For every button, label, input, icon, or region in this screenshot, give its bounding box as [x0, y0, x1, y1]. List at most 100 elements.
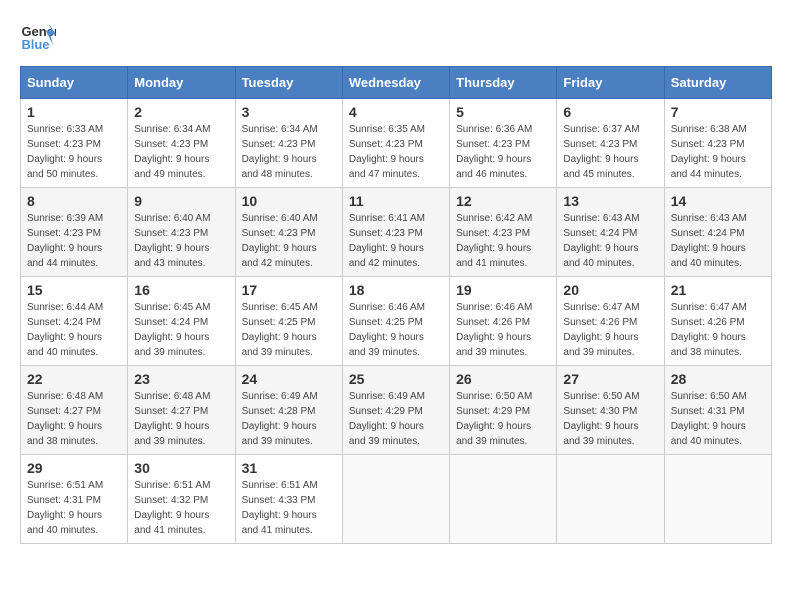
cell-details: Sunrise: 6:45 AMSunset: 4:24 PMDaylight:…	[134, 300, 228, 360]
cell-details: Sunrise: 6:51 AMSunset: 4:32 PMDaylight:…	[134, 478, 228, 538]
cell-details: Sunrise: 6:50 AMSunset: 4:30 PMDaylight:…	[563, 389, 657, 449]
calendar-cell: 8 Sunrise: 6:39 AMSunset: 4:23 PMDaylight…	[21, 188, 128, 277]
cell-details: Sunrise: 6:34 AMSunset: 4:23 PMDaylight:…	[134, 122, 228, 182]
cell-details: Sunrise: 6:48 AMSunset: 4:27 PMDaylight:…	[27, 389, 121, 449]
calendar-cell: 20 Sunrise: 6:47 AMSunset: 4:26 PMDayligh…	[557, 277, 664, 366]
day-number: 19	[456, 282, 550, 298]
cell-details: Sunrise: 6:51 AMSunset: 4:33 PMDaylight:…	[242, 478, 336, 538]
day-number: 17	[242, 282, 336, 298]
cell-details: Sunrise: 6:47 AMSunset: 4:26 PMDaylight:…	[563, 300, 657, 360]
day-number: 10	[242, 193, 336, 209]
cell-details: Sunrise: 6:41 AMSunset: 4:23 PMDaylight:…	[349, 211, 443, 271]
calendar-cell: 4 Sunrise: 6:35 AMSunset: 4:23 PMDaylight…	[342, 99, 449, 188]
day-number: 18	[349, 282, 443, 298]
weekday-header-thursday: Thursday	[450, 67, 557, 99]
cell-details: Sunrise: 6:47 AMSunset: 4:26 PMDaylight:…	[671, 300, 765, 360]
day-number: 25	[349, 371, 443, 387]
day-number: 31	[242, 460, 336, 476]
day-number: 5	[456, 104, 550, 120]
day-number: 20	[563, 282, 657, 298]
calendar-cell: 24 Sunrise: 6:49 AMSunset: 4:28 PMDayligh…	[235, 366, 342, 455]
cell-details: Sunrise: 6:37 AMSunset: 4:23 PMDaylight:…	[563, 122, 657, 182]
calendar-week-4: 22 Sunrise: 6:48 AMSunset: 4:27 PMDayligh…	[21, 366, 772, 455]
cell-details: Sunrise: 6:49 AMSunset: 4:29 PMDaylight:…	[349, 389, 443, 449]
day-number: 7	[671, 104, 765, 120]
cell-details: Sunrise: 6:39 AMSunset: 4:23 PMDaylight:…	[27, 211, 121, 271]
calendar-cell: 22 Sunrise: 6:48 AMSunset: 4:27 PMDayligh…	[21, 366, 128, 455]
cell-details: Sunrise: 6:40 AMSunset: 4:23 PMDaylight:…	[134, 211, 228, 271]
calendar-cell: 28 Sunrise: 6:50 AMSunset: 4:31 PMDayligh…	[664, 366, 771, 455]
cell-details: Sunrise: 6:49 AMSunset: 4:28 PMDaylight:…	[242, 389, 336, 449]
calendar-cell	[664, 455, 771, 544]
day-number: 21	[671, 282, 765, 298]
cell-details: Sunrise: 6:34 AMSunset: 4:23 PMDaylight:…	[242, 122, 336, 182]
calendar-cell: 16 Sunrise: 6:45 AMSunset: 4:24 PMDayligh…	[128, 277, 235, 366]
day-number: 3	[242, 104, 336, 120]
calendar-cell	[450, 455, 557, 544]
cell-details: Sunrise: 6:33 AMSunset: 4:23 PMDaylight:…	[27, 122, 121, 182]
day-number: 13	[563, 193, 657, 209]
weekday-header-friday: Friday	[557, 67, 664, 99]
cell-details: Sunrise: 6:38 AMSunset: 4:23 PMDaylight:…	[671, 122, 765, 182]
cell-details: Sunrise: 6:35 AMSunset: 4:23 PMDaylight:…	[349, 122, 443, 182]
weekday-header-saturday: Saturday	[664, 67, 771, 99]
cell-details: Sunrise: 6:46 AMSunset: 4:25 PMDaylight:…	[349, 300, 443, 360]
day-number: 15	[27, 282, 121, 298]
calendar-cell: 29 Sunrise: 6:51 AMSunset: 4:31 PMDayligh…	[21, 455, 128, 544]
cell-details: Sunrise: 6:51 AMSunset: 4:31 PMDaylight:…	[27, 478, 121, 538]
cell-details: Sunrise: 6:50 AMSunset: 4:29 PMDaylight:…	[456, 389, 550, 449]
cell-details: Sunrise: 6:48 AMSunset: 4:27 PMDaylight:…	[134, 389, 228, 449]
calendar-cell: 13Sunrise: 6:43 AMSunset: 4:24 PMDayligh…	[557, 188, 664, 277]
calendar-cell: 3 Sunrise: 6:34 AMSunset: 4:23 PMDaylight…	[235, 99, 342, 188]
calendar-cell: 30Sunrise: 6:51 AMSunset: 4:32 PMDayligh…	[128, 455, 235, 544]
day-number: 24	[242, 371, 336, 387]
day-number: 1	[27, 104, 121, 120]
day-number: 4	[349, 104, 443, 120]
calendar-week-1: 1 Sunrise: 6:33 AMSunset: 4:23 PMDaylight…	[21, 99, 772, 188]
calendar-week-2: 8 Sunrise: 6:39 AMSunset: 4:23 PMDaylight…	[21, 188, 772, 277]
calendar-cell: 25 Sunrise: 6:49 AMSunset: 4:29 PMDayligh…	[342, 366, 449, 455]
calendar-cell: 21 Sunrise: 6:47 AMSunset: 4:26 PMDayligh…	[664, 277, 771, 366]
day-number: 14	[671, 193, 765, 209]
cell-details: Sunrise: 6:46 AMSunset: 4:26 PMDaylight:…	[456, 300, 550, 360]
calendar-cell	[557, 455, 664, 544]
svg-text:Blue: Blue	[21, 37, 49, 52]
weekday-header-tuesday: Tuesday	[235, 67, 342, 99]
day-number: 12	[456, 193, 550, 209]
logo: General Blue	[20, 20, 56, 56]
cell-details: Sunrise: 6:45 AMSunset: 4:25 PMDaylight:…	[242, 300, 336, 360]
calendar-cell: 27Sunrise: 6:50 AMSunset: 4:30 PMDayligh…	[557, 366, 664, 455]
day-number: 26	[456, 371, 550, 387]
calendar-cell: 26 Sunrise: 6:50 AMSunset: 4:29 PMDayligh…	[450, 366, 557, 455]
calendar-week-5: 29 Sunrise: 6:51 AMSunset: 4:31 PMDayligh…	[21, 455, 772, 544]
weekday-header-sunday: Sunday	[21, 67, 128, 99]
calendar-table: SundayMondayTuesdayWednesdayThursdayFrid…	[20, 66, 772, 544]
day-number: 22	[27, 371, 121, 387]
calendar-cell: 12Sunrise: 6:42 AMSunset: 4:23 PMDayligh…	[450, 188, 557, 277]
cell-details: Sunrise: 6:43 AMSunset: 4:24 PMDaylight:…	[671, 211, 765, 271]
cell-details: Sunrise: 6:50 AMSunset: 4:31 PMDaylight:…	[671, 389, 765, 449]
calendar-cell	[342, 455, 449, 544]
day-number: 29	[27, 460, 121, 476]
logo-icon: General Blue	[20, 20, 56, 56]
cell-details: Sunrise: 6:36 AMSunset: 4:23 PMDaylight:…	[456, 122, 550, 182]
calendar-cell: 15Sunrise: 6:44 AMSunset: 4:24 PMDayligh…	[21, 277, 128, 366]
calendar-week-3: 15Sunrise: 6:44 AMSunset: 4:24 PMDayligh…	[21, 277, 772, 366]
calendar-cell: 23 Sunrise: 6:48 AMSunset: 4:27 PMDayligh…	[128, 366, 235, 455]
day-number: 28	[671, 371, 765, 387]
calendar-cell: 6Sunrise: 6:37 AMSunset: 4:23 PMDaylight…	[557, 99, 664, 188]
calendar-cell: 14 Sunrise: 6:43 AMSunset: 4:24 PMDayligh…	[664, 188, 771, 277]
calendar-cell: 9 Sunrise: 6:40 AMSunset: 4:23 PMDaylight…	[128, 188, 235, 277]
cell-details: Sunrise: 6:40 AMSunset: 4:23 PMDaylight:…	[242, 211, 336, 271]
calendar-cell: 19 Sunrise: 6:46 AMSunset: 4:26 PMDayligh…	[450, 277, 557, 366]
calendar-cell: 7 Sunrise: 6:38 AMSunset: 4:23 PMDaylight…	[664, 99, 771, 188]
calendar-cell: 2Sunrise: 6:34 AMSunset: 4:23 PMDaylight…	[128, 99, 235, 188]
calendar-cell: 5 Sunrise: 6:36 AMSunset: 4:23 PMDaylight…	[450, 99, 557, 188]
calendar-cell: 31 Sunrise: 6:51 AMSunset: 4:33 PMDayligh…	[235, 455, 342, 544]
day-number: 23	[134, 371, 228, 387]
day-number: 9	[134, 193, 228, 209]
day-number: 16	[134, 282, 228, 298]
day-number: 11	[349, 193, 443, 209]
calendar-cell: 1 Sunrise: 6:33 AMSunset: 4:23 PMDaylight…	[21, 99, 128, 188]
day-number: 8	[27, 193, 121, 209]
